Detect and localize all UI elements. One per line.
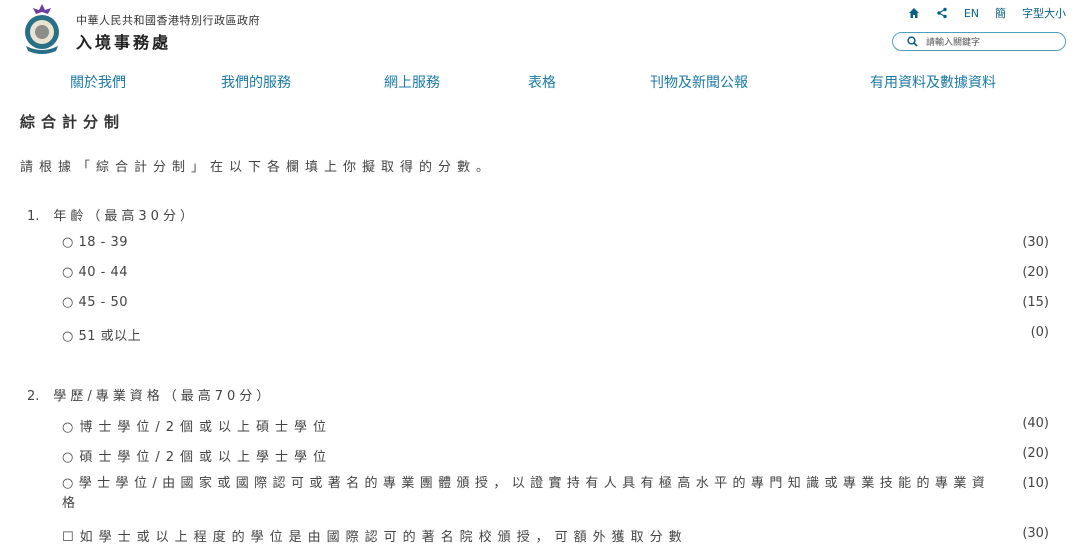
option-points: (10) [1022,476,1049,491]
education-option-bachelor-professional[interactable]: ○學士學位/由國家或國際認可或著名的專業團體頒授，以證實持有人具有極高水平的專門… [62,474,1002,514]
nav-item-our-services[interactable]: 我們的服務 [221,72,291,92]
font-size-link[interactable]: 字型大小 [1022,5,1066,21]
education-bonus-checkbox[interactable]: ☐如學士或以上程度的學位是由國際認可的著名院校頒授，可額外獲取分數 [62,526,688,545]
option-points: (30) [1022,235,1049,250]
simplified-chinese-link[interactable]: 簡 [995,5,1006,21]
age-option-18-39[interactable]: ○ 18 - 39 [62,235,128,250]
option-points: (20) [1022,446,1049,461]
section-education-heading: 2. 學歷/專業資格（最高70分） [27,385,273,404]
utility-bar: EN 簡 字型大小 [908,5,1066,21]
age-option-45-50[interactable]: ○ 45 - 50 [62,295,128,310]
site-header: 中華人民共和國香港特別行政區政府 入境事務處 EN 簡 字型大小 請輸入關鍵字 [0,0,1080,64]
nav-item-useful-info-statistics[interactable]: 有用資料及數據資料 [870,72,996,92]
age-option-40-44[interactable]: ○ 40 - 44 [62,265,128,280]
share-icon[interactable] [936,7,948,19]
english-link[interactable]: EN [964,7,979,20]
section-title: 年齡（最高30分） [53,209,197,224]
nav-item-publications-press[interactable]: 刊物及新聞公報 [650,72,748,92]
section-number: 2. [27,389,40,404]
age-option-51-plus[interactable]: ○ 51 或以上 [62,325,141,344]
intro-text: 請根據「綜合計分制」在以下各欄填上你擬取得的分數。 [20,160,496,175]
department-name[interactable]: 入境事務處 [76,29,171,53]
section-title: 學歷/專業資格（最高70分） [53,389,274,404]
education-option-doctoral[interactable]: ○博士學位/2個或以上碩士學位 [62,416,332,435]
nav-item-online-services[interactable]: 網上服務 [384,72,440,92]
search-placeholder: 請輸入關鍵字 [926,38,981,48]
immigration-department-emblem[interactable] [20,2,64,54]
education-option-master[interactable]: ○碩士學位/2個或以上學士學位 [62,446,332,465]
nav-item-forms[interactable]: 表格 [528,72,556,92]
option-points: (20) [1022,265,1049,280]
option-points: (0) [1030,325,1049,340]
option-points: (15) [1022,295,1049,310]
government-name: 中華人民共和國香港特別行政區政府 [76,14,260,27]
option-points: (40) [1022,416,1049,431]
main-nav: 關於我們 我們的服務 網上服務 表格 刊物及新聞公報 有用資料及數據資料 [0,64,1080,94]
option-points: (30) [1022,526,1049,541]
section-age-heading: 1. 年齡（最高30分） [27,205,197,224]
search-icon [907,36,918,47]
home-icon[interactable] [908,7,920,19]
page-title: 綜合計分制 [20,113,126,131]
search-input[interactable]: 請輸入關鍵字 [892,32,1066,51]
section-number: 1. [27,209,40,224]
nav-item-about-us[interactable]: 關於我們 [70,72,126,92]
